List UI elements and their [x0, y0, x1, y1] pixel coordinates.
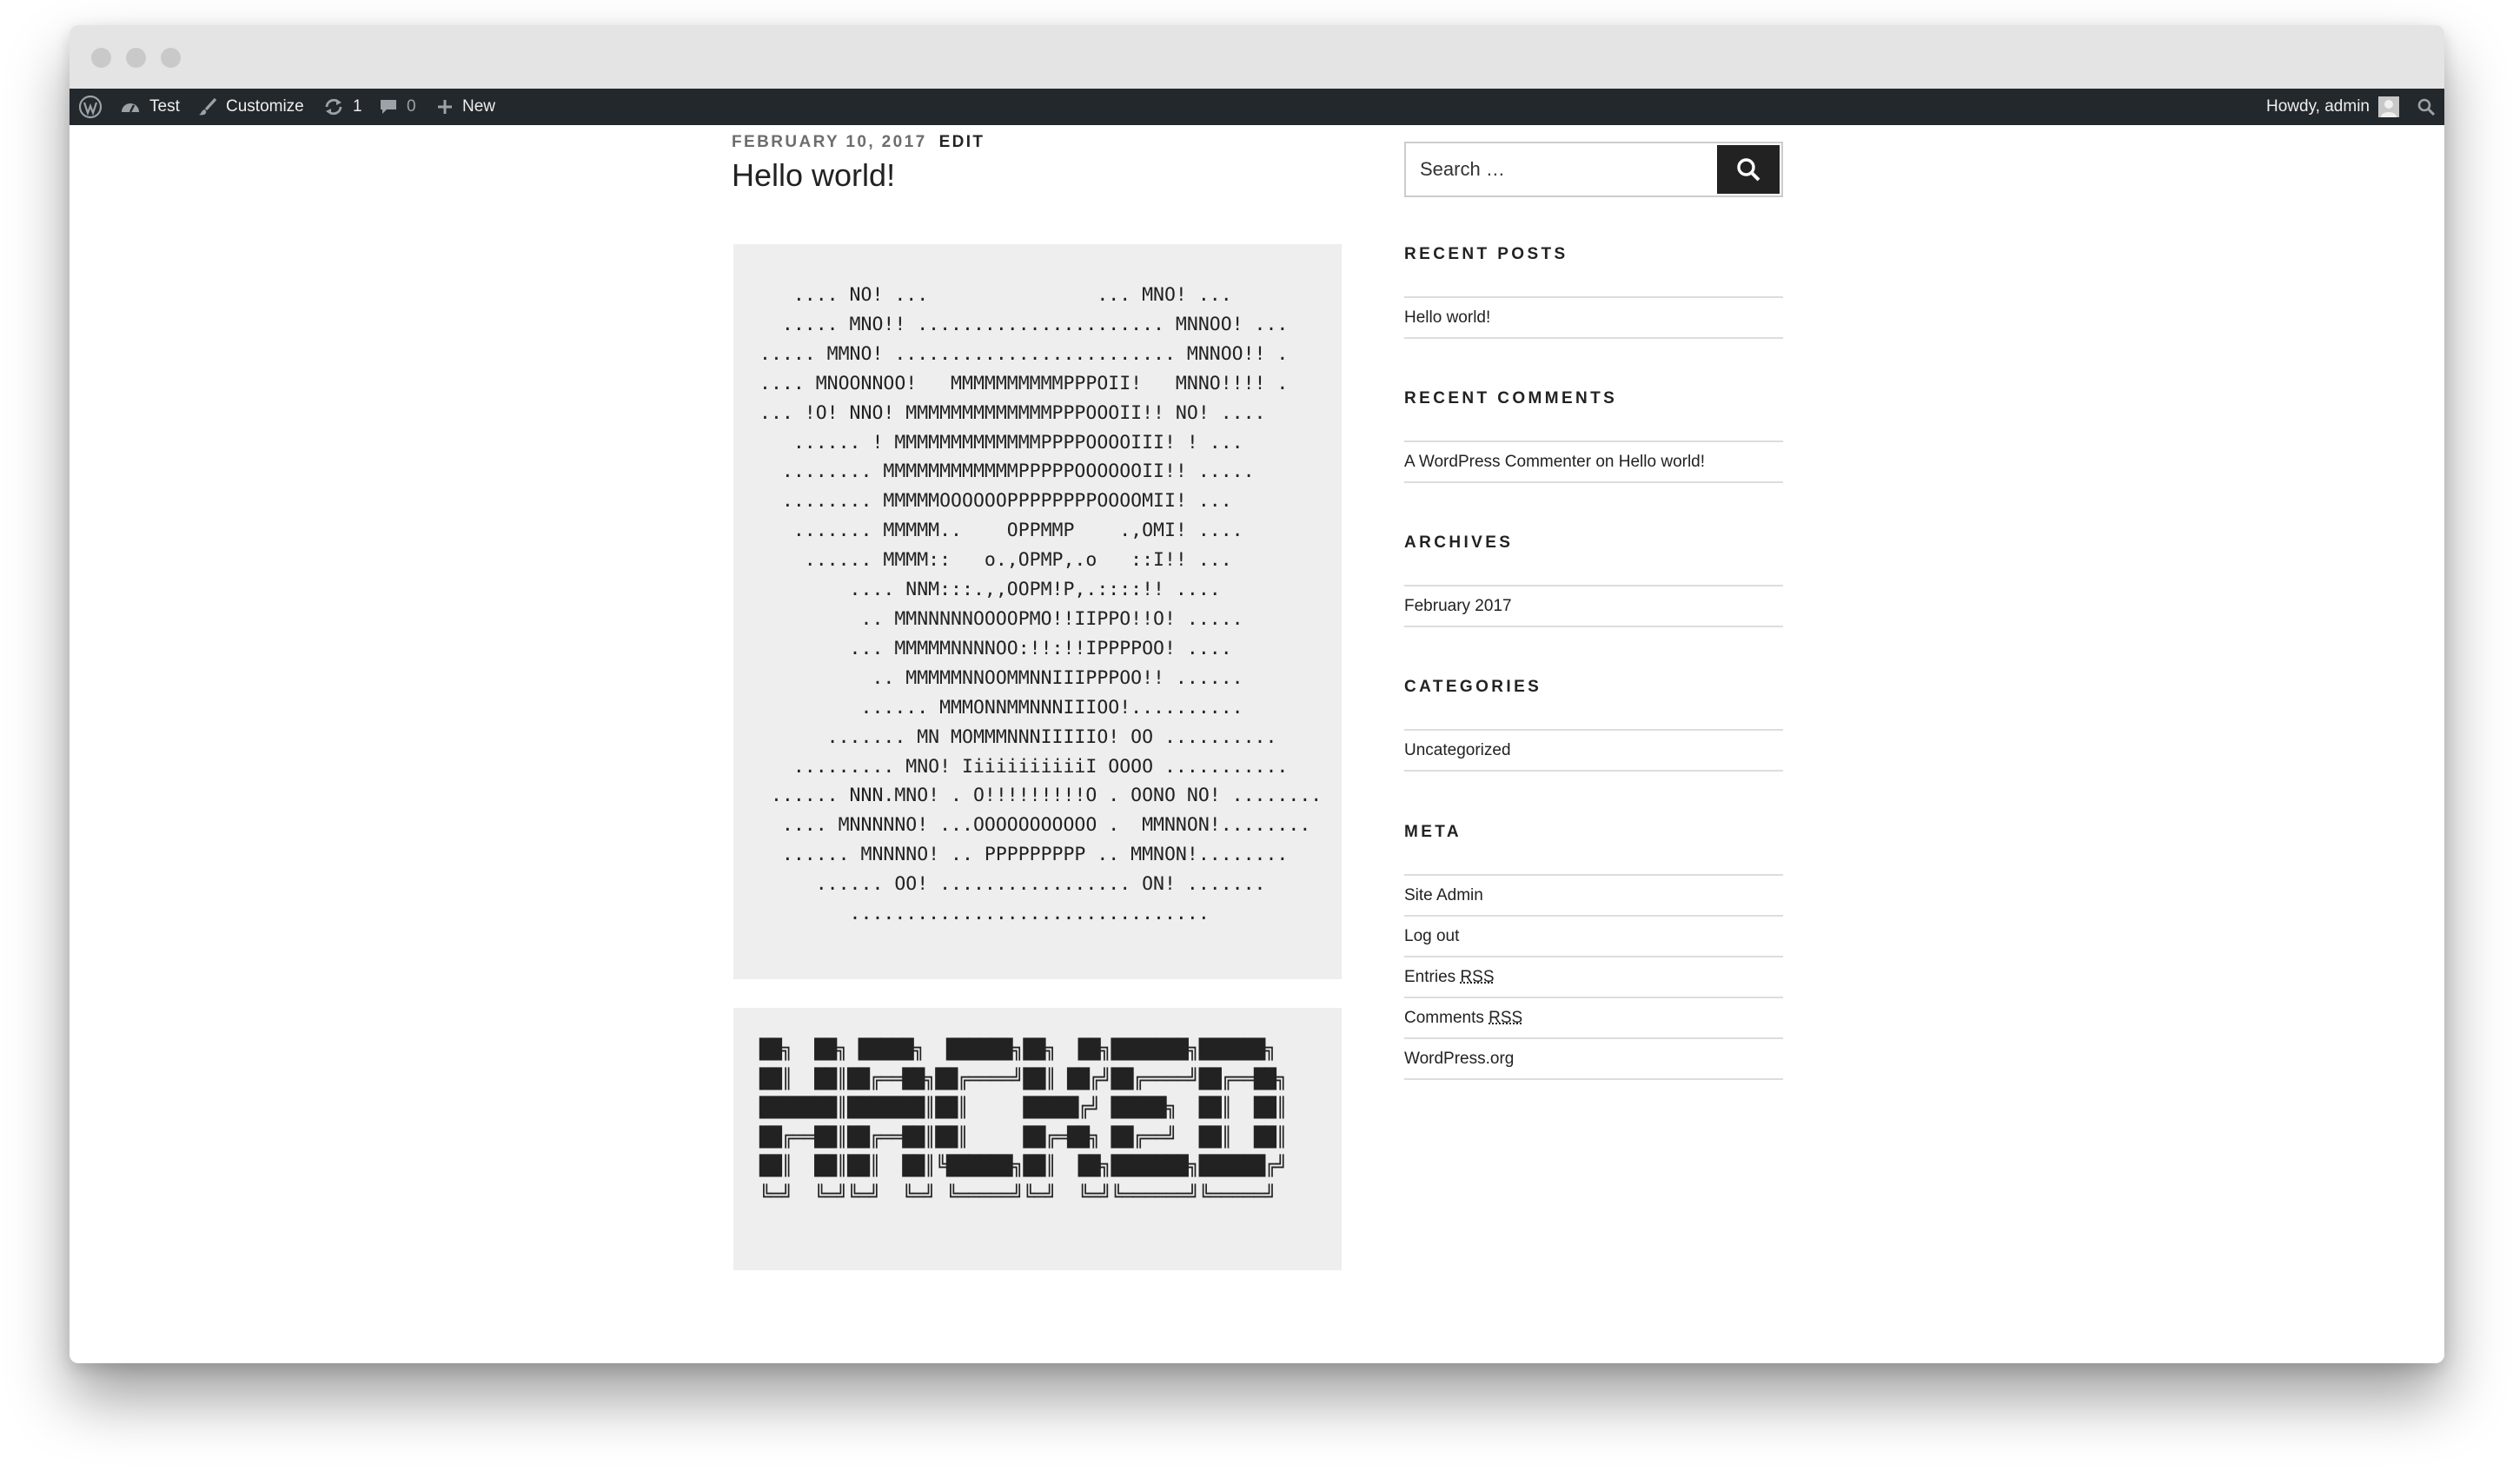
ascii-art-block: .... NO! ... ... MNO! ... ..... MNO!! ..…	[733, 244, 1342, 979]
rss-abbr: RSS	[1460, 967, 1495, 986]
categories-list: Uncategorized	[1404, 729, 1783, 772]
archives-list: February 2017	[1404, 585, 1783, 627]
minimize-window-button[interactable]	[126, 48, 146, 68]
search-form	[1404, 142, 1783, 197]
entries-label: Entries	[1404, 967, 1456, 986]
comments-count: 0	[407, 97, 416, 116]
edit-link[interactable]: EDIT	[939, 133, 985, 151]
post-meta: FEBRUARY 10, 2017 EDIT	[732, 133, 985, 152]
paintbrush-icon	[199, 97, 217, 116]
search-input[interactable]	[1406, 143, 1715, 195]
meta-comments-rss[interactable]: Comments RSS	[1404, 998, 1783, 1039]
site-name-label: Test	[149, 97, 180, 116]
recent-posts-list: Hello world!	[1404, 296, 1783, 339]
ascii-banner-block: ██╗ ██╗ █████╗ ██████╗██╗ ██╗███████╗███…	[733, 1008, 1342, 1270]
wordpress-icon	[78, 95, 103, 119]
meta-wordpress-org[interactable]: WordPress.org	[1404, 1039, 1783, 1080]
plus-icon	[438, 100, 452, 114]
meta-site-admin[interactable]: Site Admin	[1404, 876, 1783, 917]
post-title[interactable]: Hello world!	[732, 157, 895, 194]
comments-label: Comments	[1404, 1008, 1484, 1027]
updates-count: 1	[353, 97, 362, 116]
customize-label: Customize	[226, 97, 304, 116]
comment-post-link[interactable]: Hello world!	[1619, 453, 1705, 472]
comments-link[interactable]: 0	[379, 89, 416, 125]
wp-admin-bar: Test Customize 1 0 New Howdy, admin	[70, 89, 2444, 125]
archives-title: ARCHIVES	[1404, 533, 1514, 552]
dashboard-icon	[122, 103, 139, 113]
meta-log-out[interactable]: Log out	[1404, 917, 1783, 957]
close-window-button[interactable]	[91, 48, 111, 68]
updates-link[interactable]: 1	[323, 89, 362, 125]
new-label: New	[462, 97, 496, 116]
category-item[interactable]: Uncategorized	[1404, 731, 1783, 772]
site-name-menu[interactable]: Test	[120, 89, 180, 125]
meta-title: META	[1404, 823, 1462, 841]
my-account-menu[interactable]: Howdy, admin	[2266, 89, 2399, 125]
comment-on-text: on	[1595, 452, 1615, 471]
updates-icon	[325, 98, 342, 116]
howdy-label: Howdy, admin	[2266, 97, 2370, 116]
search-icon	[2417, 98, 2436, 116]
search-icon	[1737, 158, 1760, 182]
comment-author-link[interactable]: A WordPress Commenter	[1404, 453, 1591, 472]
categories-title: CATEGORIES	[1404, 678, 1542, 696]
browser-window: Test Customize 1 0 New Howdy, admin FEBR…	[70, 25, 2444, 1363]
maximize-window-button[interactable]	[161, 48, 181, 68]
archive-item[interactable]: February 2017	[1404, 586, 1783, 627]
customize-link[interactable]: Customize	[198, 89, 304, 125]
meta-list: Site Admin Log out Entries RSS Comments …	[1404, 874, 1783, 1080]
admin-bar-search[interactable]	[2417, 89, 2436, 125]
new-content-menu[interactable]: New	[436, 89, 495, 125]
wordpress-logo-menu[interactable]	[78, 89, 103, 125]
recent-comment-item: A WordPress Commenter on Hello world!	[1404, 442, 1783, 483]
recent-comments-list: A WordPress Commenter on Hello world!	[1404, 441, 1783, 483]
rss-abbr: RSS	[1489, 1008, 1523, 1027]
recent-posts-title: RECENT POSTS	[1404, 245, 1568, 263]
search-button[interactable]	[1717, 145, 1780, 194]
avatar-icon	[2378, 96, 2399, 117]
window-titlebar	[70, 25, 2444, 89]
post-date[interactable]: FEBRUARY 10, 2017	[732, 133, 927, 151]
meta-entries-rss[interactable]: Entries RSS	[1404, 957, 1783, 998]
comment-bubble-icon	[381, 100, 396, 114]
recent-comments-title: RECENT COMMENTS	[1404, 389, 1618, 407]
recent-post-item[interactable]: Hello world!	[1404, 298, 1783, 339]
